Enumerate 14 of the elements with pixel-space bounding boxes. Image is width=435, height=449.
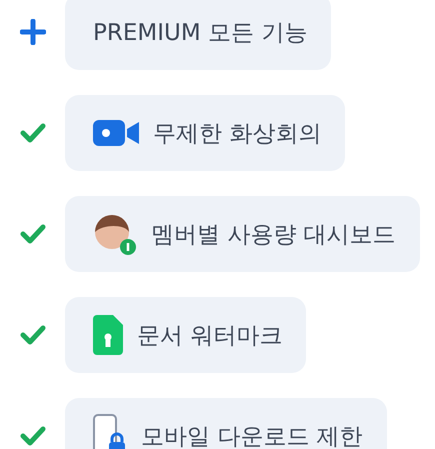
- feature-label: 무제한 화상회의: [153, 120, 322, 148]
- phone-lock-icon: [93, 414, 127, 449]
- video-camera-icon: [93, 120, 139, 146]
- checkmark-icon: [20, 426, 46, 446]
- feature-label: 모바일 다운로드 제한: [141, 422, 363, 449]
- plus-icon: [20, 19, 46, 45]
- checkmark-icon: [20, 224, 46, 244]
- checkmark-icon: [20, 325, 46, 345]
- user-avatar-icon: [93, 212, 137, 256]
- feature-label: 문서 워터마크: [137, 322, 282, 350]
- checkmark-icon: [20, 123, 46, 143]
- feature-label: PREMIUM 모든 기능: [93, 18, 308, 48]
- feature-label: 멤버별 사용량 대시보드: [151, 220, 396, 250]
- document-lock-icon: [93, 315, 123, 355]
